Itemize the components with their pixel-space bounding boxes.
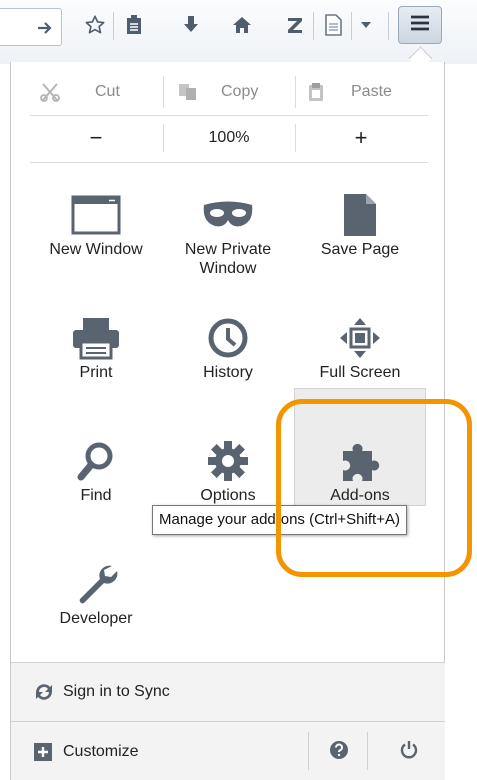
new-private-window-button[interactable]: New Private Window: [161, 184, 295, 296]
customize-row: Customize: [11, 722, 445, 780]
developer-label: Developer: [59, 610, 133, 627]
help-button[interactable]: [321, 734, 357, 770]
zotero-icon[interactable]: [280, 10, 310, 40]
toolbar-separator: [388, 12, 389, 40]
print-label: Print: [79, 364, 113, 381]
zoom-reset-button[interactable]: 100%: [164, 120, 294, 156]
zoom-out-button[interactable]: −: [51, 120, 141, 156]
open-menu-button[interactable]: [398, 6, 442, 44]
save-page-button[interactable]: Save Page: [293, 184, 427, 296]
printer-icon: [29, 307, 163, 369]
copy-icon: [177, 82, 199, 102]
zoom-separator: [295, 124, 296, 152]
puzzle-piece-icon: [293, 430, 427, 492]
divider: [30, 162, 428, 163]
sync-icon: [33, 682, 55, 707]
reading-list-icon[interactable]: [119, 10, 149, 40]
wrench-icon: [29, 553, 163, 615]
zoom-controls: − 100% +: [11, 120, 445, 160]
scissors-icon: [39, 82, 61, 102]
find-label: Find: [80, 487, 112, 504]
customize-label: Customize: [63, 743, 139, 760]
paste-label: Paste: [351, 83, 392, 100]
sign-in-label: Sign in to Sync: [63, 683, 170, 700]
copy-button[interactable]: Copy: [177, 72, 258, 112]
help-icon: [329, 740, 349, 765]
paste-button[interactable]: Paste: [307, 72, 392, 112]
add-ons-tooltip: Manage your add-ons (Ctrl+Shift+A): [152, 505, 407, 535]
go-arrow-icon[interactable]: [36, 19, 54, 42]
edit-controls: Cut Copy Paste: [11, 72, 445, 112]
new-window-button[interactable]: New Window: [29, 184, 163, 296]
mask-icon: [161, 184, 295, 246]
full-screen-button[interactable]: Full Screen: [293, 307, 427, 419]
quit-button[interactable]: [391, 734, 427, 770]
find-button[interactable]: Find: [29, 430, 163, 542]
cut-button[interactable]: Cut: [39, 72, 120, 112]
toolbar-separator: [313, 12, 314, 40]
gear-icon: [161, 430, 295, 492]
history-label: History: [203, 364, 253, 381]
clock-icon: [161, 307, 295, 369]
full-screen-label: Full Screen: [319, 364, 401, 381]
url-bar-end[interactable]: [0, 8, 62, 46]
full-screen-icon: [293, 307, 427, 369]
add-ons-label: Add-ons: [330, 487, 390, 504]
copy-label: Copy: [221, 83, 259, 100]
options-label: Options: [200, 487, 256, 504]
zoom-in-button[interactable]: +: [316, 120, 406, 156]
developer-button[interactable]: Developer: [29, 553, 163, 665]
divider: [30, 115, 428, 116]
edit-separator: [295, 76, 296, 108]
edit-separator: [163, 76, 164, 108]
toolbar-separator: [351, 12, 352, 40]
star-icon[interactable]: [80, 10, 110, 40]
new-window-label: New Window: [49, 241, 143, 258]
magnifier-icon: [29, 430, 163, 492]
save-page-label: Save Page: [320, 241, 400, 258]
home-icon[interactable]: [227, 10, 257, 40]
footer-separator: [367, 732, 368, 770]
history-button[interactable]: History: [161, 307, 295, 419]
download-icon[interactable]: [176, 10, 206, 40]
sign-in-to-sync-button[interactable]: Sign in to Sync: [11, 663, 445, 721]
print-button[interactable]: Print: [29, 307, 163, 419]
save-page-icon: [293, 184, 427, 246]
window-icon: [29, 184, 163, 246]
cut-label: Cut: [95, 83, 120, 100]
paste-icon: [307, 81, 325, 103]
power-icon: [399, 740, 419, 765]
new-private-window-label: New Private Window: [184, 241, 272, 277]
dropdown-icon[interactable]: [354, 10, 378, 40]
toolbar-separator: [113, 12, 114, 40]
customize-button[interactable]: Customize: [11, 722, 301, 780]
footer-separator: [308, 732, 309, 770]
plus-box-icon: [34, 743, 52, 766]
navigation-toolbar: [0, 0, 477, 64]
page-icon[interactable]: [318, 10, 348, 40]
hamburger-menu-icon: [409, 14, 431, 37]
